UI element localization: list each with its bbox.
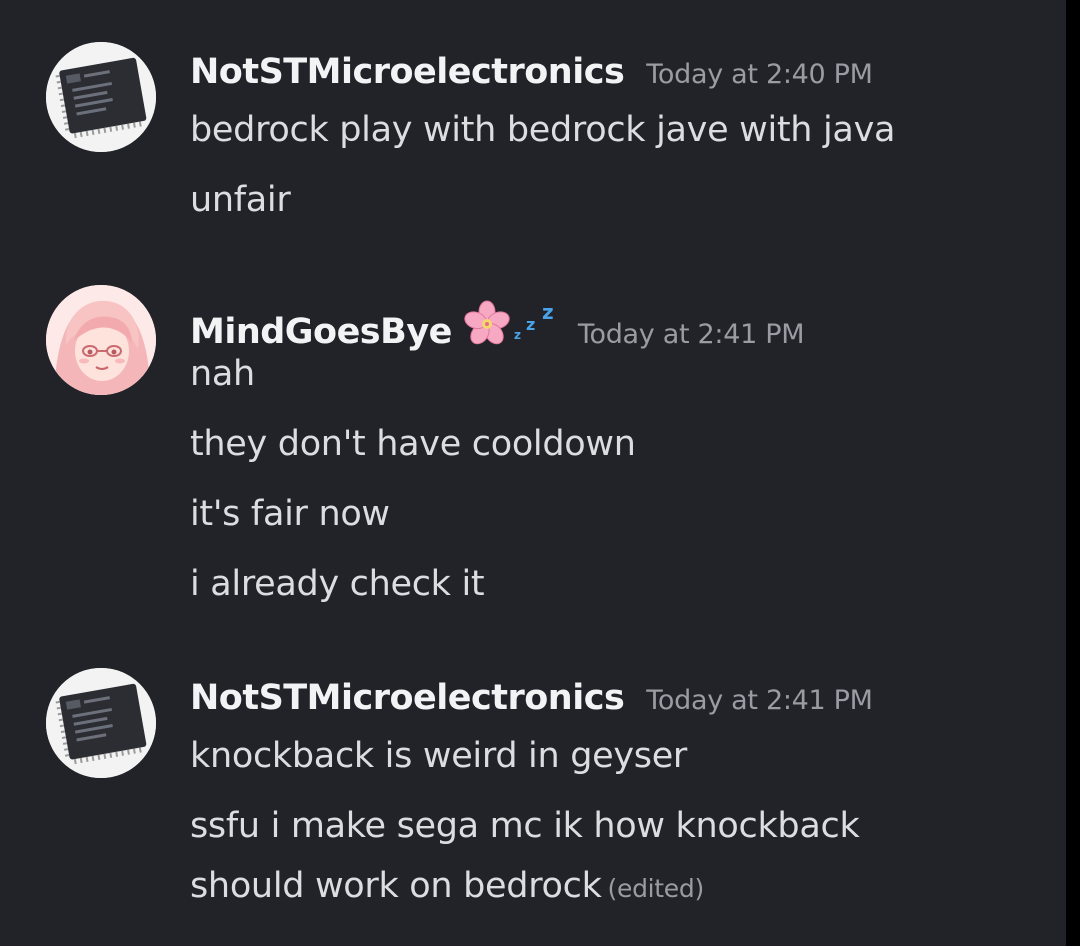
svg-text:z: z — [542, 300, 554, 324]
message-text: nah — [190, 354, 255, 394]
sleeping-zzz-icon: z z z — [514, 300, 554, 342]
message-text: i already check it — [190, 564, 485, 604]
message-text: unfair — [190, 180, 291, 220]
svg-text:z: z — [526, 315, 535, 334]
avatar[interactable] — [46, 668, 156, 778]
message-text: ssfu i make sega mc ik how knockback — [190, 806, 860, 846]
message-text: they don't have cooldown — [190, 424, 636, 464]
cherry-blossom-icon — [464, 300, 510, 345]
message-text: should work on bedrock — [190, 866, 602, 906]
username[interactable]: NotSTMicroelectronics — [190, 678, 625, 718]
message-header: NotSTMicroelectronics Today at 2:41 PM — [190, 678, 873, 718]
message-text: knockback is weird in geyser — [190, 736, 688, 776]
avatar[interactable] — [46, 42, 156, 152]
chat-panel: NotSTMicroelectronics Today at 2:40 PM b… — [0, 0, 1066, 946]
timestamp[interactable]: Today at 2:40 PM — [646, 59, 873, 90]
username-badges: z z z — [462, 299, 564, 347]
timestamp[interactable]: Today at 2:41 PM — [578, 319, 805, 350]
anime-girl-avatar — [46, 285, 156, 395]
microchip-icon — [46, 668, 156, 778]
message-header: MindGoesBye z z z Today at 2:41 PM — [190, 295, 805, 352]
message-text: bedrock play with bedrock jave with java — [190, 110, 896, 150]
avatar[interactable] — [46, 285, 156, 395]
screen-edge — [1066, 0, 1080, 946]
svg-text:z: z — [514, 328, 521, 342]
microchip-icon — [46, 42, 156, 152]
edited-label: (edited) — [607, 874, 705, 903]
timestamp[interactable]: Today at 2:41 PM — [646, 685, 873, 716]
username[interactable]: NotSTMicroelectronics — [190, 52, 625, 92]
username[interactable]: MindGoesBye — [190, 312, 452, 352]
message-header: NotSTMicroelectronics Today at 2:40 PM — [190, 52, 873, 92]
message-text-edited: should work on bedrock (edited) — [190, 866, 704, 906]
message-text: it's fair now — [190, 494, 390, 534]
